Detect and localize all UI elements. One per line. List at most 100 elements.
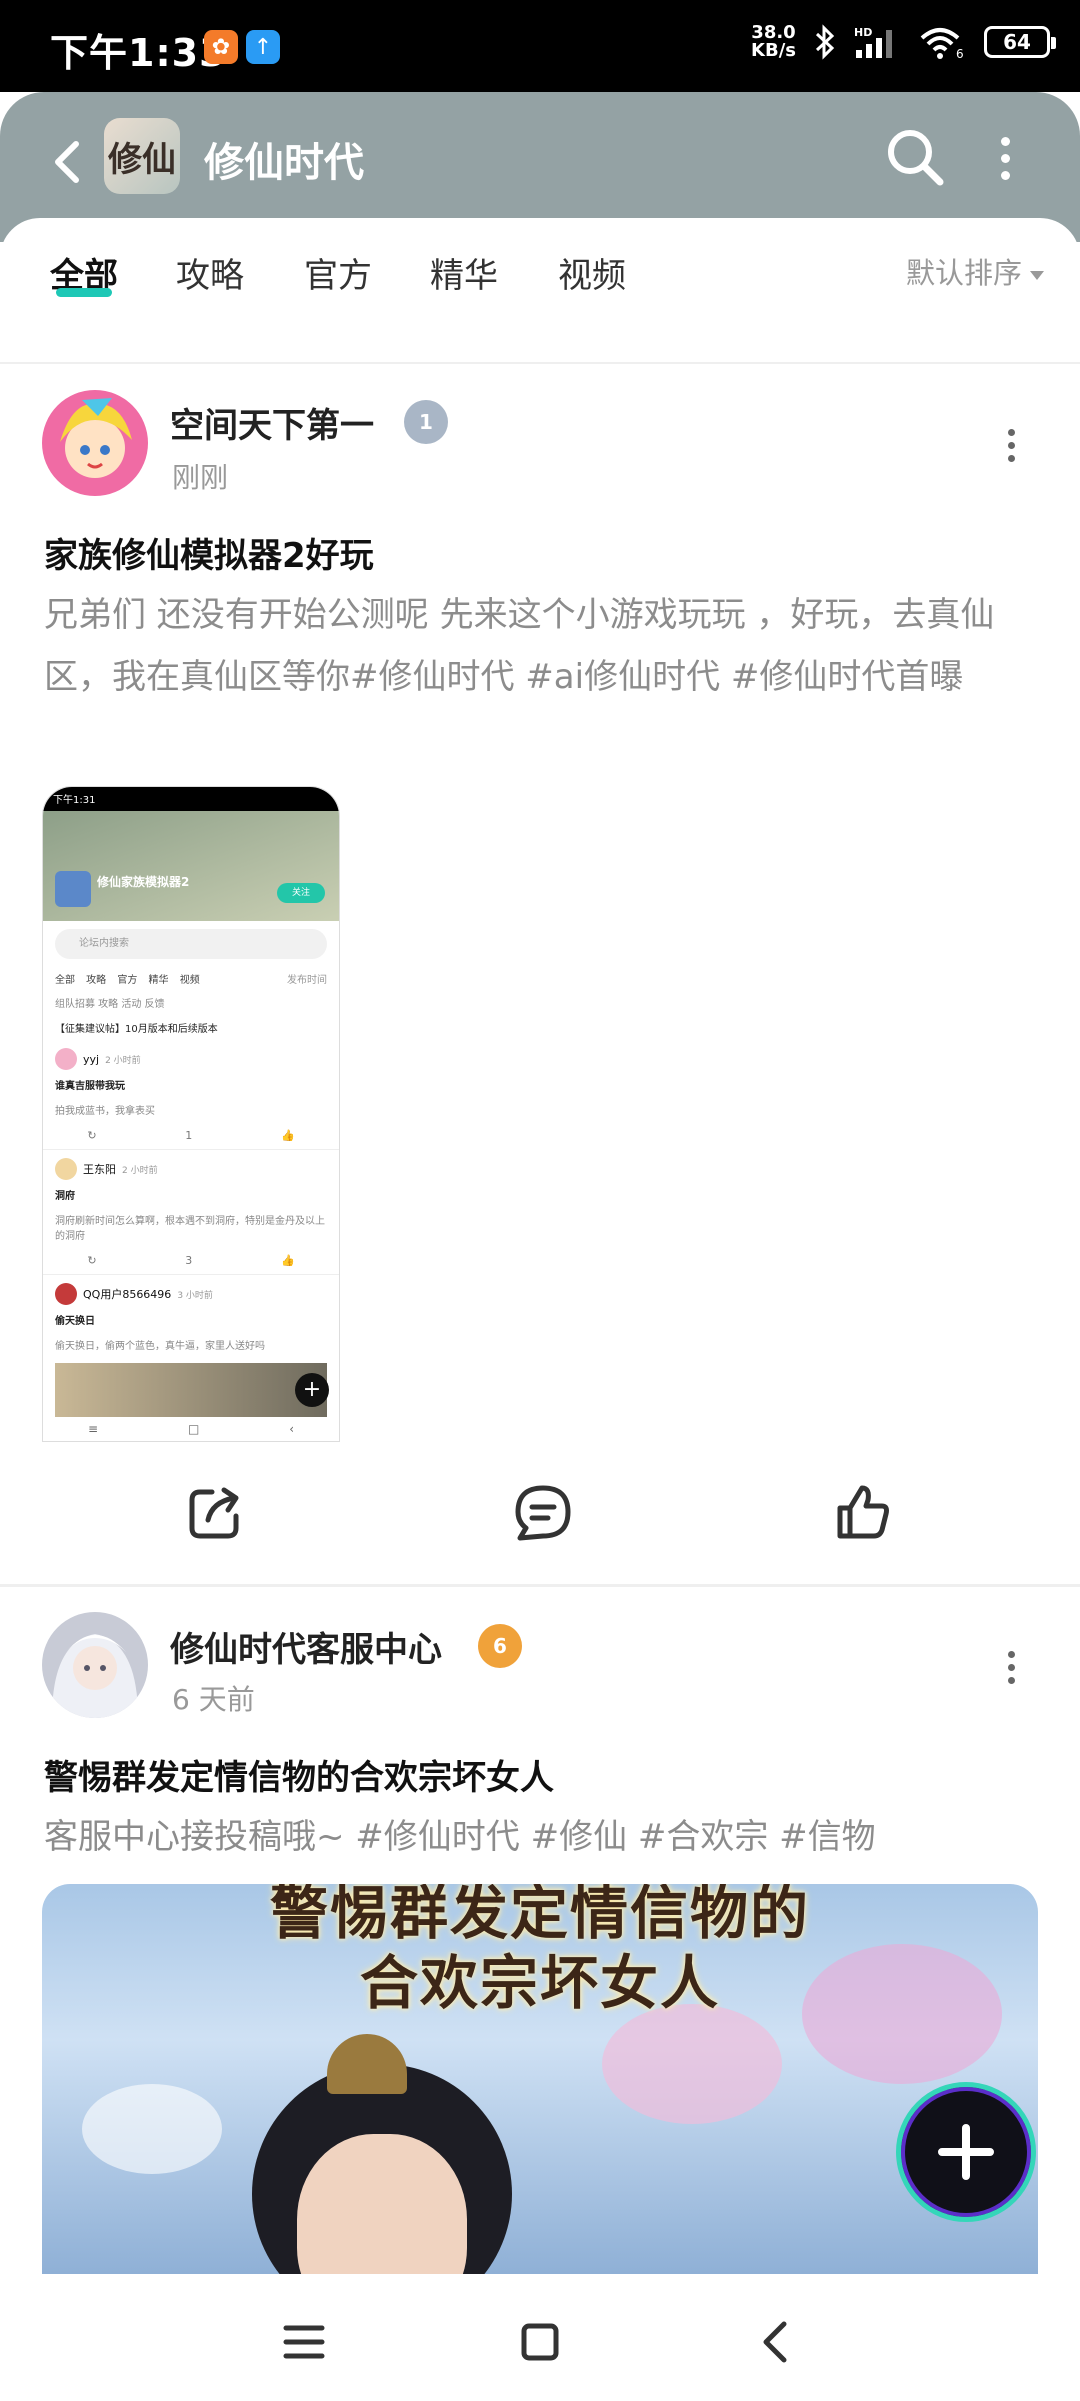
- like-icon: 👍: [280, 1129, 295, 1142]
- thumbnail-forum-name: 修仙家族模拟器2: [97, 875, 190, 889]
- notification-app-icon: ✿: [204, 30, 238, 64]
- thumbnail-entry-time: 3 小时前: [177, 1290, 213, 1301]
- avatar-image: [42, 1612, 148, 1718]
- category-tabs: 全部 攻略 官方 精华 视频 默认排序: [0, 218, 1080, 364]
- username[interactable]: 修仙时代客服中心: [170, 1622, 442, 1671]
- tab-featured[interactable]: 精华: [430, 248, 498, 297]
- thumbnail-entry-title: 谁真吉服带我玩: [55, 1081, 125, 1092]
- caret-down-icon: [1030, 270, 1044, 280]
- system-nav-bar: [0, 2276, 1080, 2401]
- thumbnail-entry-name: QQ用户8566496: [83, 1288, 172, 1301]
- post-body[interactable]: 兄弟们 还没有开始公测呢 先来这个小游戏玩玩 ，好玩，去真仙区，我在真仙区等你#…: [44, 584, 1044, 708]
- avatar[interactable]: [42, 390, 148, 496]
- comment-icon[interactable]: [510, 1480, 576, 1546]
- thumbnail-entry-user: yyj 2 小时前: [43, 1040, 339, 1072]
- thumbnail-entry-actions: ↻ 1 👍: [43, 1122, 339, 1150]
- tab-official[interactable]: 官方: [304, 248, 372, 297]
- tab-videos[interactable]: 视频: [558, 248, 626, 297]
- share-icon: ↻: [87, 1129, 97, 1142]
- like-icon: 👍: [280, 1254, 295, 1267]
- search-icon[interactable]: [880, 122, 950, 192]
- post-body[interactable]: 客服中心接投稿哦~ #修仙时代 #修仙 #合欢宗 #信物: [44, 1806, 1044, 1868]
- thumbnail-entry-body: 偷天换日，偷两个蓝色，真牛逼，家里人送好吗: [55, 1341, 265, 1352]
- svg-text:HD: HD: [854, 26, 872, 39]
- post-title[interactable]: 警惕群发定情信物的合欢宗坏女人: [44, 1750, 554, 1799]
- notification-upload-icon: ↑: [246, 30, 280, 64]
- back-icon[interactable]: [746, 2312, 806, 2372]
- thumbnail-entry-title: 洞府: [55, 1191, 75, 1202]
- user-level-badge: 6: [478, 1624, 522, 1668]
- character-face: [297, 2134, 467, 2274]
- battery-indicator: 64: [984, 26, 1056, 58]
- user-level-badge: 1: [404, 400, 448, 444]
- status-indicators: 38.0 KB/s HD 6 64: [751, 24, 1056, 60]
- cloud-decoration: [82, 2084, 222, 2174]
- username[interactable]: 空间天下第一: [170, 398, 374, 447]
- thumbnail-entry-name: 王东阳: [83, 1163, 116, 1176]
- network-speed-unit: KB/s: [751, 40, 796, 61]
- status-time: 下午1:33: [50, 31, 227, 75]
- share-icon[interactable]: [182, 1480, 248, 1546]
- thumbnail-tabs: 全部 攻略 官方 精华 视频 发布时间: [43, 967, 339, 990]
- thumbnail-sort: 发布时间: [287, 975, 327, 986]
- home-icon: □: [187, 1422, 200, 1436]
- character-crown: [327, 2034, 407, 2094]
- post-title[interactable]: 家族修仙模拟器2好玩: [44, 528, 374, 577]
- avatar-image: [42, 390, 148, 496]
- post-more-icon[interactable]: [996, 1642, 1026, 1692]
- thumbnail-entry-user: 王东阳 2 小时前: [43, 1150, 339, 1182]
- avatar[interactable]: [42, 1612, 148, 1718]
- thumbnail-entry-actions: ↻ 3 👍: [43, 1247, 339, 1275]
- thumbnail-avatar: [55, 1158, 77, 1180]
- home-icon[interactable]: [510, 2312, 570, 2372]
- thumbnail-comment-count: 1: [185, 1129, 193, 1142]
- thumbnail-search: 论坛内搜索: [55, 929, 327, 959]
- user-level-value: 1: [419, 410, 433, 434]
- battery-level: 64: [1003, 30, 1031, 54]
- thumbnail-entry-body: 洞府刷新时间怎么算啊，根本遇不到洞府，特别是金丹及以上的洞府: [55, 1216, 325, 1242]
- post-time: 6 天前: [172, 1683, 255, 1716]
- post-time: 刚刚: [172, 461, 229, 494]
- status-bar: 下午1:33 ✿ ↑ 38.0 KB/s HD 6 64: [0, 0, 1080, 92]
- create-post-button[interactable]: [896, 2082, 1036, 2222]
- sort-label: 默认排序: [905, 256, 1022, 290]
- thumbnail-comment-count: 3: [185, 1254, 193, 1267]
- thumbnail-forum-header: 修仙家族模拟器2 关注: [43, 811, 339, 921]
- thumbnail-status-time: 下午1:31: [43, 787, 339, 811]
- video-caption-line2: 合欢宗坏女人: [359, 1949, 720, 2017]
- thumbnail-pinned: 【征集建议帖】10月版本和后续版本: [55, 1024, 218, 1035]
- tab-guides[interactable]: 攻略: [176, 248, 244, 297]
- network-speed: 38.0 KB/s: [751, 24, 796, 60]
- back-icon: ‹: [289, 1422, 295, 1436]
- more-options-icon[interactable]: [990, 128, 1020, 188]
- post-more-icon[interactable]: [996, 420, 1026, 470]
- forum-title: 修仙时代: [204, 140, 364, 186]
- divider: [0, 362, 1080, 364]
- thumbnail-avatar: [55, 1283, 77, 1305]
- thumbnail-filters: 组队招募 攻略 活动 反馈: [55, 999, 165, 1010]
- video-cover[interactable]: 警惕群发定情信物的 合欢宗坏女人: [42, 1884, 1038, 2274]
- thumbnail-entry-body: 拍我成蓝书，我拿表买: [55, 1106, 155, 1117]
- thumbnail-avatar: [55, 1048, 77, 1070]
- thumbnail-follow-button: 关注: [277, 883, 325, 903]
- thumbnail-entry-time: 2 小时前: [122, 1165, 158, 1176]
- forum-icon[interactable]: 修仙: [104, 118, 180, 194]
- back-icon[interactable]: [42, 132, 98, 192]
- divider: [0, 1584, 1080, 1587]
- share-icon: ↻: [87, 1254, 97, 1267]
- sort-dropdown[interactable]: 默认排序: [906, 250, 1044, 292]
- thumbnail-entry-time: 2 小时前: [105, 1055, 141, 1066]
- thumbnail-tabs-text: 全部 攻略 官方 精华 视频: [55, 975, 200, 986]
- thumbnail-nav-bar: ≡ □ ‹: [43, 1417, 339, 1441]
- menu-icon: ≡: [87, 1422, 99, 1436]
- plus-icon: [938, 2124, 994, 2180]
- menu-icon[interactable]: [274, 2312, 334, 2372]
- thumbnail-plus-icon: +: [295, 1373, 329, 1407]
- post-image-thumbnail[interactable]: 下午1:31 修仙家族模拟器2 关注 论坛内搜索 全部 攻略 官方 精华 视频 …: [42, 786, 340, 1442]
- thumbnail-entry-image: [55, 1363, 327, 1417]
- thumbnail-forum-icon: [55, 871, 91, 907]
- like-icon[interactable]: [830, 1480, 896, 1546]
- user-level-value: 6: [493, 1634, 507, 1658]
- wifi-icon: 6: [920, 28, 964, 60]
- thumbnail-entry-name: yyj: [83, 1052, 100, 1066]
